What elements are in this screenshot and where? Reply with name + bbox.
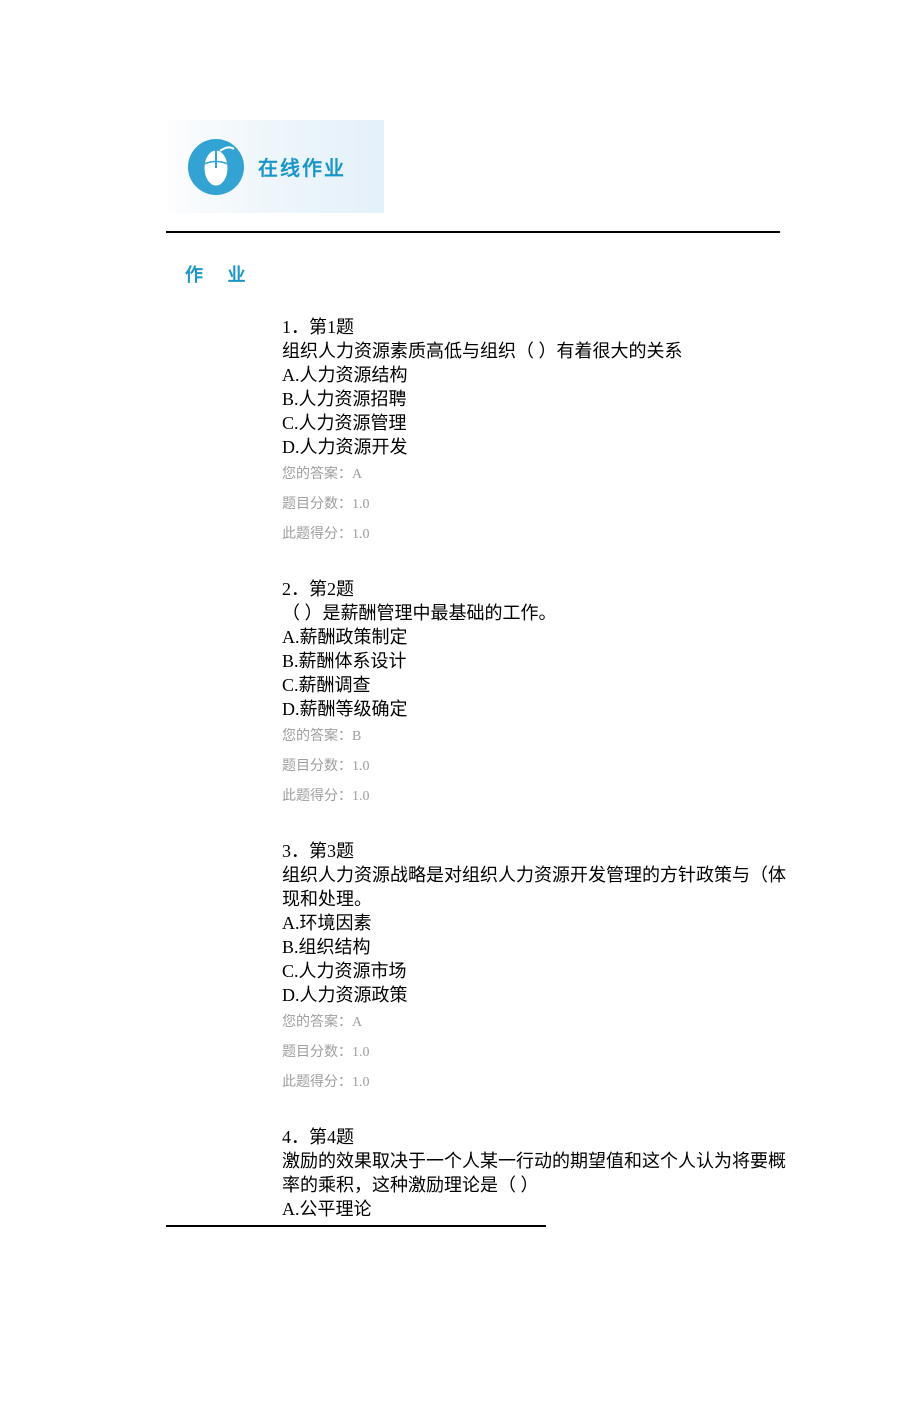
question-option: A.薪酬政策制定 [282,625,792,649]
points-value: 1.0 [352,759,370,774]
score-label: 此题得分： [282,1075,352,1090]
question-option: B.人力资源招聘 [282,387,792,411]
score-line: 此题得分：1.0 [282,521,792,549]
question-option: C.薪酬调查 [282,673,792,697]
answer-label: 您的答案： [282,729,352,744]
question-option: A.公平理论 [282,1197,792,1221]
question-block: 3．第3题 组织人力资源战略是对组织人力资源开发管理的方针政策与（体现和处理。 … [282,839,792,1097]
answer-label: 您的答案： [282,467,352,482]
question-prompt: （ ）是薪酬管理中最基础的工作。 [282,601,792,625]
points-label: 题目分数： [282,759,352,774]
header-banner: 在线作业 [168,120,384,213]
question-number: 3．第3题 [282,839,792,863]
score-line: 此题得分：1.0 [282,1069,792,1097]
questions-list: 1．第1题 组织人力资源素质高低与组织（ ）有着很大的关系 A.人力资源结构 B… [282,315,792,1221]
question-number: 2．第2题 [282,577,792,601]
score-label: 此题得分： [282,789,352,804]
question-number: 4．第4题 [282,1125,792,1149]
header-title: 在线作业 [258,152,346,181]
answer-value: A [352,1015,362,1030]
question-block: 4．第4题 激励的效果取决于一个人某一行动的期望值和这个人认为将要概率的乘积，这… [282,1125,792,1221]
question-option: D.薪酬等级确定 [282,697,792,721]
points-line: 题目分数：1.0 [282,753,792,781]
question-block: 2．第2题 （ ）是薪酬管理中最基础的工作。 A.薪酬政策制定 B.薪酬体系设计… [282,577,792,811]
points-value: 1.0 [352,1045,370,1060]
score-value: 1.0 [352,789,370,804]
question-option: B.薪酬体系设计 [282,649,792,673]
bottom-divider [166,1225,546,1227]
question-option: A.人力资源结构 [282,363,792,387]
question-option: B.组织结构 [282,935,792,959]
points-label: 题目分数： [282,1045,352,1060]
question-option: A.环境因素 [282,911,792,935]
question-block: 1．第1题 组织人力资源素质高低与组织（ ）有着很大的关系 A.人力资源结构 B… [282,315,792,549]
question-option: C.人力资源市场 [282,959,792,983]
score-value: 1.0 [352,527,370,542]
question-number: 1．第1题 [282,315,792,339]
answer-value: B [352,729,361,744]
top-divider [166,231,780,233]
question-prompt: 激励的效果取决于一个人某一行动的期望值和这个人认为将要概率的乘积，这种激励理论是… [282,1149,792,1197]
score-line: 此题得分：1.0 [282,783,792,811]
section-label: 作 业 [185,261,920,287]
score-value: 1.0 [352,1075,370,1090]
answer-value: A [352,467,362,482]
points-value: 1.0 [352,497,370,512]
page-container: 在线作业 作 业 1．第1题 组织人力资源素质高低与组织（ ）有着很大的关系 A… [0,120,920,1422]
question-option: C.人力资源管理 [282,411,792,435]
question-option: D.人力资源开发 [282,435,792,459]
score-label: 此题得分： [282,527,352,542]
answer-line: 您的答案：A [282,1009,792,1037]
question-prompt: 组织人力资源素质高低与组织（ ）有着很大的关系 [282,339,792,363]
points-label: 题目分数： [282,497,352,512]
points-line: 题目分数：1.0 [282,1039,792,1067]
question-prompt: 组织人力资源战略是对组织人力资源开发管理的方针政策与（体现和处理。 [282,863,792,911]
mouse-icon [186,137,246,197]
points-line: 题目分数：1.0 [282,491,792,519]
answer-line: 您的答案：B [282,723,792,751]
question-option: D.人力资源政策 [282,983,792,1007]
answer-label: 您的答案： [282,1015,352,1030]
answer-line: 您的答案：A [282,461,792,489]
